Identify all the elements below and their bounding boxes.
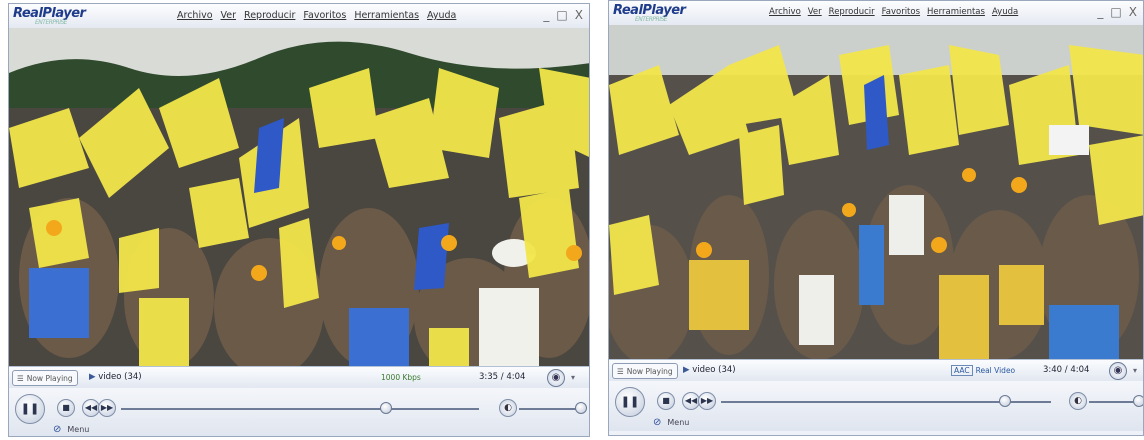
globe-icon[interactable]: ◉ bbox=[1109, 362, 1127, 380]
realplayer-logo: RealPlayer ENTERPRISE bbox=[13, 6, 86, 26]
menu-reproducir[interactable]: Reproducir bbox=[244, 10, 295, 21]
video-area[interactable] bbox=[609, 25, 1143, 359]
menu-ver[interactable]: Ver bbox=[808, 7, 822, 17]
clip-title: ▶ video (34) bbox=[89, 372, 142, 382]
video-frame bbox=[9, 28, 589, 366]
now-playing-button[interactable]: ☰ Now Playing bbox=[612, 363, 678, 379]
menu-herramientas[interactable]: Herramientas bbox=[354, 10, 419, 21]
video-frame bbox=[609, 25, 1143, 359]
status-bar: ☰ Now Playing ▶ video (34) AAC Real Video… bbox=[609, 359, 1143, 381]
chevron-down-icon[interactable]: ▾ bbox=[571, 373, 575, 382]
menu-archivo[interactable]: Archivo bbox=[769, 7, 801, 17]
now-playing-button[interactable]: ☰ Now Playing bbox=[12, 370, 78, 386]
bitrate-readout: 1000 Kbps bbox=[381, 373, 421, 382]
transport-controls: ❚❚ ■ ◀◀ ▶▶ ◐ ⊘ Menu bbox=[9, 388, 589, 436]
seek-thumb[interactable] bbox=[379, 402, 392, 414]
menu-ver[interactable]: Ver bbox=[221, 10, 237, 21]
time-readout: 3:40 / 4:04 bbox=[1043, 365, 1090, 375]
play-indicator-icon: ▶ bbox=[683, 365, 693, 375]
pause-button[interactable]: ❚❚ bbox=[615, 387, 645, 417]
volume-thumb[interactable] bbox=[1133, 395, 1143, 407]
chevron-down-icon[interactable]: ▾ bbox=[1133, 366, 1137, 375]
maximize-button[interactable]: □ bbox=[556, 8, 567, 22]
menu-button[interactable]: ⊘ Menu bbox=[653, 417, 689, 428]
volume-track[interactable] bbox=[1089, 401, 1139, 403]
bitrate-readout: AAC Real Video bbox=[951, 365, 1015, 376]
title-bar[interactable]: RealPlayer ENTERPRISE Archivo Ver Reprod… bbox=[609, 1, 1143, 25]
menu-reproducir[interactable]: Reproducir bbox=[829, 7, 875, 17]
play-indicator-icon: ▶ bbox=[89, 372, 99, 382]
realplayer-logo: RealPlayer ENTERPRISE bbox=[613, 3, 686, 23]
status-bar: ☰ Now Playing ▶ video (34) 1000 Kbps 3:3… bbox=[9, 366, 589, 388]
speaker-icon[interactable]: ◐ bbox=[499, 399, 517, 417]
video-area[interactable] bbox=[9, 28, 589, 366]
menu-archivo[interactable]: Archivo bbox=[177, 10, 213, 21]
menu-icon: ⊘ bbox=[653, 417, 662, 428]
globe-icon[interactable]: ◉ bbox=[547, 369, 565, 387]
window-controls: _ □ X bbox=[1097, 5, 1137, 19]
title-bar[interactable]: RealPlayer ENTERPRISE Archivo Ver Reprod… bbox=[9, 4, 589, 28]
realplayer-window-2: RealPlayer ENTERPRISE Archivo Ver Reprod… bbox=[608, 0, 1144, 436]
volume-track[interactable] bbox=[519, 408, 581, 410]
next-button[interactable]: ▶▶ bbox=[98, 399, 116, 417]
menu-icon: ⊘ bbox=[53, 424, 62, 435]
menu-button[interactable]: ⊘ Menu bbox=[53, 424, 89, 435]
speaker-icon[interactable]: ◐ bbox=[1069, 392, 1087, 410]
window-controls: _ □ X bbox=[543, 8, 583, 22]
volume-thumb[interactable] bbox=[575, 402, 587, 414]
seek-thumb[interactable] bbox=[998, 395, 1011, 407]
time-readout: 3:35 / 4:04 bbox=[479, 372, 526, 382]
clip-title: ▶ video (34) bbox=[683, 365, 736, 375]
maximize-button[interactable]: □ bbox=[1110, 5, 1121, 19]
now-playing-label: Now Playing bbox=[26, 373, 73, 383]
pause-button[interactable]: ❚❚ bbox=[15, 394, 45, 424]
menu-bar: Archivo Ver Reproducir Favoritos Herrami… bbox=[177, 10, 456, 21]
playlist-icon: ☰ bbox=[617, 366, 624, 376]
close-button[interactable]: X bbox=[1129, 5, 1137, 19]
menu-favoritos[interactable]: Favoritos bbox=[882, 7, 920, 17]
transport-controls: ❚❚ ■ ◀◀ ▶▶ ◐ ⊘ Menu bbox=[609, 381, 1143, 431]
minimize-button[interactable]: _ bbox=[1097, 5, 1103, 19]
now-playing-label: Now Playing bbox=[626, 366, 673, 376]
stop-button[interactable]: ■ bbox=[57, 399, 75, 417]
menu-ayuda[interactable]: Ayuda bbox=[427, 10, 456, 21]
realplayer-window-1: RealPlayer ENTERPRISE Archivo Ver Reprod… bbox=[8, 3, 590, 437]
next-button[interactable]: ▶▶ bbox=[698, 392, 716, 410]
stop-button[interactable]: ■ bbox=[657, 392, 675, 410]
minimize-button[interactable]: _ bbox=[543, 8, 549, 22]
close-button[interactable]: X bbox=[575, 8, 583, 22]
seek-track[interactable] bbox=[121, 408, 479, 410]
menu-bar: Archivo Ver Reproducir Favoritos Herrami… bbox=[769, 7, 1018, 17]
menu-favoritos[interactable]: Favoritos bbox=[303, 10, 346, 21]
menu-herramientas[interactable]: Herramientas bbox=[927, 7, 985, 17]
menu-ayuda[interactable]: Ayuda bbox=[992, 7, 1018, 17]
playlist-icon: ☰ bbox=[17, 373, 24, 383]
